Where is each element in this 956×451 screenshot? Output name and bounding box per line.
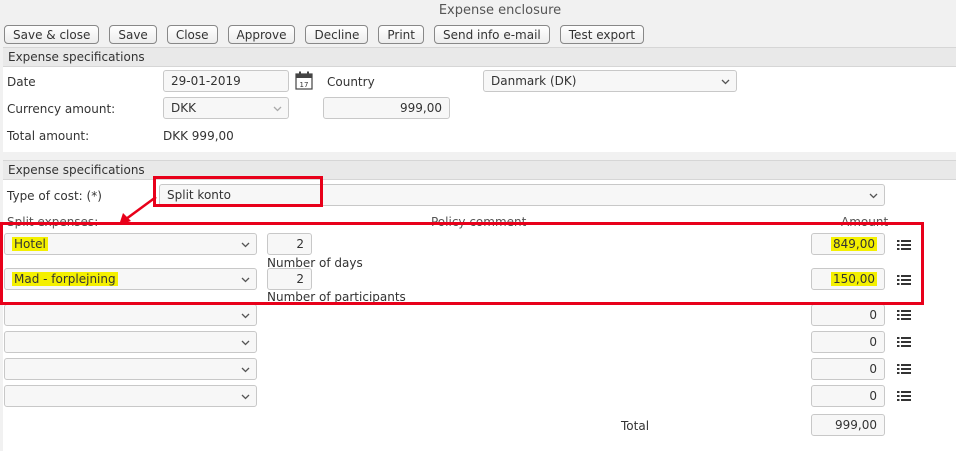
amount-field[interactable]: 0	[811, 331, 885, 353]
chevron-down-icon	[273, 104, 282, 113]
currency-select[interactable]: DKK	[163, 97, 289, 119]
chevron-down-icon	[241, 392, 250, 401]
calendar-icon[interactable]: 17	[295, 71, 313, 93]
section-header: Expense specifications	[3, 48, 956, 67]
split-expense-select[interactable]	[4, 331, 257, 353]
amount-field[interactable]: 150,00	[811, 268, 885, 290]
total-amount-value: DKK 999,00	[163, 129, 234, 143]
quantity-label: Number of participants	[267, 290, 406, 304]
country-select-value: Danmark (DK)	[491, 74, 577, 88]
expense-specifications-section-1: Expense specifications Date 29-01-2019 1…	[3, 47, 956, 152]
section-header: Expense specifications	[3, 161, 956, 180]
currency-label: Currency amount:	[7, 102, 116, 116]
list-icon[interactable]	[897, 390, 911, 402]
split-expense-value: Mad - forplejning	[12, 272, 118, 286]
chevron-down-icon	[241, 275, 250, 284]
amount-field[interactable]: 0	[811, 304, 885, 326]
date-label: Date	[7, 75, 36, 89]
split-expense-select[interactable]	[4, 358, 257, 380]
list-icon[interactable]	[897, 239, 911, 251]
save-close-button[interactable]: Save & close	[4, 25, 100, 44]
approve-button[interactable]: Approve	[227, 25, 296, 44]
chevron-down-icon	[241, 338, 250, 347]
split-expense-select[interactable]	[4, 304, 257, 326]
save-button[interactable]: Save	[109, 25, 157, 44]
svg-text:17: 17	[300, 81, 309, 89]
country-label: Country	[327, 75, 375, 89]
quantity-field[interactable]: 2	[267, 268, 312, 290]
currency-amount-field[interactable]: 999,00	[323, 97, 450, 119]
type-of-cost-select[interactable]: Split konto	[159, 184, 885, 206]
amount-header: Amount	[841, 215, 889, 229]
split-expense-select[interactable]	[4, 385, 257, 407]
test-export-button[interactable]: Test export	[559, 25, 645, 44]
annotation-arrow	[119, 195, 157, 225]
quantity-field[interactable]: 2	[267, 233, 312, 255]
chevron-down-icon	[241, 311, 250, 320]
total-amount-label: Total amount:	[7, 129, 90, 143]
type-of-cost-value: Split konto	[167, 188, 231, 202]
amount-value: 150,00	[831, 272, 877, 286]
decline-button[interactable]: Decline	[305, 25, 369, 44]
policy-comment-header: Policy comment	[431, 215, 527, 229]
amount-field[interactable]: 849,00	[811, 233, 885, 255]
total-field: 999,00	[811, 414, 885, 436]
chevron-down-icon	[869, 191, 878, 200]
split-expenses-header: Split expenses:	[7, 215, 99, 229]
currency-select-value: DKK	[171, 101, 196, 115]
split-expense-select[interactable]: Hotel	[4, 233, 257, 255]
type-of-cost-label: Type of cost: (*)	[7, 189, 102, 203]
split-expense-select[interactable]: Mad - forplejning	[4, 268, 257, 290]
list-icon[interactable]	[897, 363, 911, 375]
amount-field[interactable]: 0	[811, 385, 885, 407]
list-icon[interactable]	[897, 274, 911, 286]
amount-field[interactable]: 0	[811, 358, 885, 380]
list-icon[interactable]	[897, 336, 911, 348]
close-button[interactable]: Close	[166, 25, 218, 44]
send-info-email-button[interactable]: Send info e-mail	[433, 25, 550, 44]
window-title: Expense enclosure	[438, 3, 562, 18]
date-field[interactable]: 29-01-2019	[163, 70, 289, 92]
amount-value: 849,00	[831, 237, 877, 251]
total-label: Total	[621, 419, 650, 433]
print-button[interactable]: Print	[378, 25, 424, 44]
chevron-down-icon	[241, 240, 250, 249]
country-select[interactable]: Danmark (DK)	[483, 70, 737, 92]
chevron-down-icon	[241, 365, 250, 374]
toolbar: Save & close Save Close Approve Decline …	[4, 25, 645, 44]
list-icon[interactable]	[897, 309, 911, 321]
split-expense-value: Hotel	[12, 237, 48, 251]
chevron-down-icon	[721, 77, 730, 86]
